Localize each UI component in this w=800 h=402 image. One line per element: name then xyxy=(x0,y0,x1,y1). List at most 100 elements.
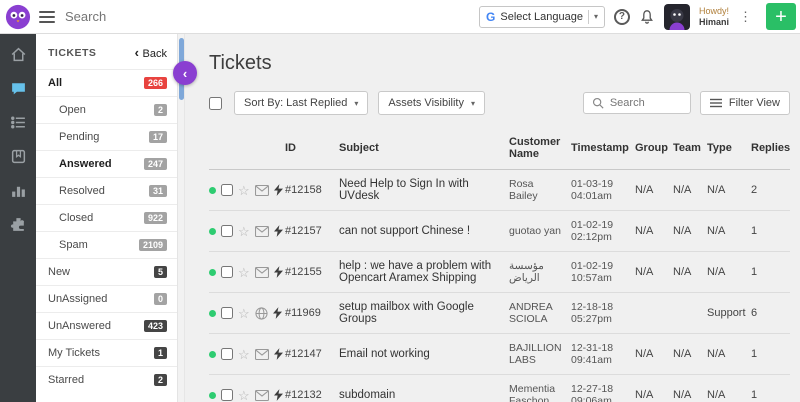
ticket-subject[interactable]: help : we have a problem with Opencart A… xyxy=(339,260,509,284)
plugin-icon[interactable] xyxy=(10,216,27,233)
sidebar-scrollbar[interactable] xyxy=(178,34,185,402)
ticket-timestamp: 12-27-18 09:06am xyxy=(571,383,635,402)
col-subject: Subject xyxy=(339,142,509,154)
sidebar-item-starred[interactable]: Starred 2 xyxy=(36,366,177,393)
home-icon[interactable] xyxy=(10,46,27,63)
sidebar-item-closed[interactable]: Closed 922 xyxy=(36,204,177,231)
back-link[interactable]: ‹ Back xyxy=(135,45,167,60)
sidebar-item-new[interactable]: New 5 xyxy=(36,258,177,285)
ticket-subject[interactable]: subdomain xyxy=(339,389,509,401)
ticket-group: N/A xyxy=(635,266,673,278)
filter-view-button[interactable]: Filter View xyxy=(700,91,790,115)
tickets-toolbar: Sort By: Last Replied▾ Assets Visibility… xyxy=(209,91,790,115)
sort-by-button[interactable]: Sort By: Last Replied▾ xyxy=(234,91,368,115)
table-header-row: ID Subject Customer Name Timestamp Group… xyxy=(209,129,790,170)
sidebar-collapse-button[interactable]: ‹ xyxy=(173,61,197,85)
ticket-subject[interactable]: can not support Chinese ! xyxy=(339,225,509,237)
star-icon[interactable]: ☆ xyxy=(238,225,250,238)
table-row[interactable]: ☆ #12157 can not support Chinese ! guota… xyxy=(209,211,790,252)
star-icon[interactable]: ☆ xyxy=(238,389,250,402)
ticket-id[interactable]: #12157 xyxy=(285,225,339,237)
page-body: TICKETS ‹ Back All 266 Open 2 Pending 17… xyxy=(0,34,800,402)
table-row[interactable]: ☆ #12147 Email not working BAJILLION LAB… xyxy=(209,334,790,375)
search-icon xyxy=(592,97,604,109)
ticket-search-input[interactable] xyxy=(610,97,682,109)
ticket-group: N/A xyxy=(635,184,673,196)
row-checkbox[interactable] xyxy=(221,266,233,278)
sidebar-item-resolved[interactable]: Resolved 31 xyxy=(36,177,177,204)
row-icons: ☆ xyxy=(209,266,285,279)
sidebar-item-count-badge: 266 xyxy=(144,77,167,89)
ticket-subject[interactable]: Email not working xyxy=(339,348,509,360)
star-icon[interactable]: ☆ xyxy=(238,348,250,361)
sidebar-item-count-badge: 17 xyxy=(149,131,167,143)
sidebar-item-pending[interactable]: Pending 17 xyxy=(36,123,177,150)
google-g-icon: G xyxy=(486,10,495,24)
list-icon[interactable] xyxy=(10,114,27,131)
ticket-id[interactable]: #12132 xyxy=(285,389,339,401)
sidebar-item-open[interactable]: Open 2 xyxy=(36,96,177,123)
col-customer-name: Customer Name xyxy=(509,136,571,160)
row-icons: ☆ xyxy=(209,225,285,238)
bolt-icon[interactable] xyxy=(274,184,283,196)
col-id: ID xyxy=(285,142,339,154)
row-checkbox[interactable] xyxy=(221,307,233,319)
kebab-menu-icon[interactable]: ⋮ xyxy=(738,9,753,25)
ticket-customer: guotao yan xyxy=(509,225,571,237)
row-icons: ☆ xyxy=(209,389,285,402)
bolt-icon[interactable] xyxy=(274,225,283,237)
ticket-id[interactable]: #12147 xyxy=(285,348,339,360)
bolt-icon[interactable] xyxy=(274,266,283,278)
row-checkbox[interactable] xyxy=(221,225,233,237)
greeting-howdy: Howdy! xyxy=(699,6,729,17)
sidebar-item-my-tickets[interactable]: My Tickets 1 xyxy=(36,339,177,366)
row-icons: ☆ xyxy=(209,348,285,361)
chat-icon[interactable] xyxy=(10,80,27,97)
row-icons: ☆ xyxy=(209,307,285,320)
sidebar-item-label: UnAnswered xyxy=(48,320,111,332)
row-checkbox[interactable] xyxy=(221,389,233,401)
sidebar-item-answered[interactable]: Answered 247 xyxy=(36,150,177,177)
toolbar-right: Filter View xyxy=(583,91,790,115)
uvdesk-logo-icon[interactable] xyxy=(5,4,31,30)
star-icon[interactable]: ☆ xyxy=(238,307,250,320)
sidebar-item-all[interactable]: All 266 xyxy=(36,69,177,96)
sidebar-item-label: Spam xyxy=(59,239,88,251)
ticket-subject[interactable]: setup mailbox with Google Groups xyxy=(339,301,509,325)
mail-channel-icon xyxy=(255,226,269,237)
tickets-sidebar: TICKETS ‹ Back All 266 Open 2 Pending 17… xyxy=(36,34,178,402)
bolt-icon[interactable] xyxy=(274,389,283,401)
star-icon[interactable]: ☆ xyxy=(238,266,250,279)
ticket-id[interactable]: #12155 xyxy=(285,266,339,278)
ticket-customer: BAJILLION LABS xyxy=(509,342,571,366)
mail-channel-icon xyxy=(255,349,269,360)
table-row[interactable]: ☆ #12132 subdomain Mementia Faschon 12-2… xyxy=(209,375,790,402)
table-row[interactable]: ☆ #12155 help : we have a problem with O… xyxy=(209,252,790,293)
ticket-id[interactable]: #12158 xyxy=(285,184,339,196)
table-row[interactable]: ☆ #12158 Need Help to Sign In with UVdes… xyxy=(209,170,790,211)
sidebar-item-unassigned[interactable]: UnAssigned 0 xyxy=(36,285,177,312)
row-checkbox[interactable] xyxy=(221,348,233,360)
knowledgebase-icon[interactable] xyxy=(10,148,27,165)
ticket-group: N/A xyxy=(635,348,673,360)
sidebar-item-spam[interactable]: Spam 2109 xyxy=(36,231,177,258)
bolt-icon[interactable] xyxy=(274,348,283,360)
create-ticket-button[interactable]: + xyxy=(766,3,796,30)
menu-hamburger-icon[interactable] xyxy=(39,11,55,23)
assets-visibility-button[interactable]: Assets Visibility▾ xyxy=(378,91,485,115)
bell-icon[interactable] xyxy=(639,9,655,25)
global-search-input[interactable] xyxy=(65,9,325,24)
star-icon[interactable]: ☆ xyxy=(238,184,250,197)
bolt-icon[interactable] xyxy=(273,307,282,319)
ticket-id[interactable]: #11969 xyxy=(285,307,339,319)
table-row[interactable]: ☆ #11969 setup mailbox with Google Group… xyxy=(209,293,790,334)
row-checkbox[interactable] xyxy=(221,184,233,196)
select-language-button[interactable]: G Select Language ▾ xyxy=(479,6,605,28)
help-icon[interactable]: ? xyxy=(614,9,630,25)
select-all-checkbox[interactable] xyxy=(209,97,222,110)
ticket-subject[interactable]: Need Help to Sign In with UVdesk xyxy=(339,178,509,202)
sidebar-item-unanswered[interactable]: UnAnswered 423 xyxy=(36,312,177,339)
avatar[interactable] xyxy=(664,4,690,30)
chart-icon[interactable] xyxy=(10,182,27,199)
chevron-down-icon: ▾ xyxy=(354,99,358,108)
